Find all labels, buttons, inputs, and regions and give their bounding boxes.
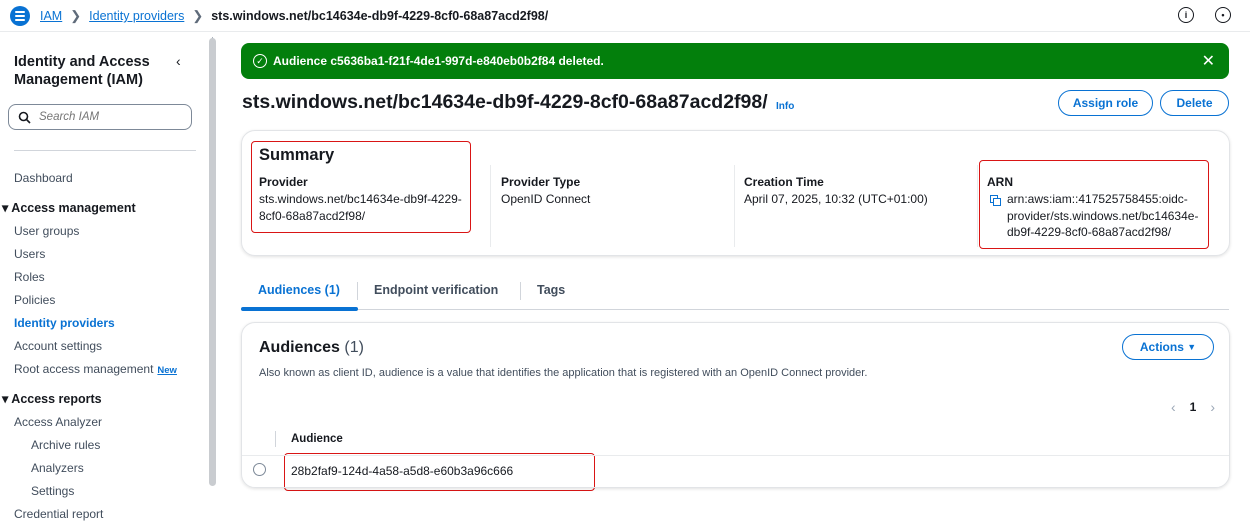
- section-access-management-label: Access management: [11, 201, 136, 215]
- provider-type-label: Provider Type: [501, 175, 581, 189]
- new-badge: New: [157, 365, 177, 376]
- search-input[interactable]: [39, 111, 179, 123]
- tab-divider: [520, 282, 521, 300]
- search-field[interactable]: [8, 104, 192, 130]
- section-access-reports-label: Access reports: [11, 392, 102, 406]
- breadcrumb-iam[interactable]: IAM: [40, 9, 62, 23]
- sidebar-scrollbar[interactable]: [209, 38, 216, 486]
- settings-icon[interactable]: •: [1215, 7, 1231, 23]
- sidebar-item-analyzers[interactable]: Analyzers: [31, 461, 84, 475]
- column-header-audience[interactable]: Audience: [291, 433, 343, 445]
- highlight-provider: [251, 141, 471, 233]
- sidebar-item-policies[interactable]: Policies: [14, 293, 55, 307]
- chevron-right-icon: ❯: [70, 8, 82, 23]
- tab-endpoint-verification[interactable]: Endpoint verification: [374, 283, 498, 297]
- section-access-management[interactable]: ▾ Access management: [2, 200, 136, 215]
- check-circle-icon: ✓: [253, 54, 267, 68]
- chevron-right-icon: ❯: [192, 8, 204, 23]
- caret-down-icon: ▼: [1187, 342, 1197, 352]
- notification-message: Audience c5636ba1-f21f-4de1-997d-e840eb0…: [273, 54, 604, 68]
- column-divider: [490, 165, 491, 247]
- row-select-radio[interactable]: [253, 463, 266, 476]
- page-number[interactable]: 1: [1190, 400, 1197, 414]
- active-tab-indicator: [241, 307, 358, 311]
- actions-button[interactable]: Actions ▼: [1122, 334, 1214, 360]
- sidebar-item-roles[interactable]: Roles: [14, 270, 45, 284]
- sidebar-item-dashboard[interactable]: Dashboard: [14, 171, 73, 185]
- column-divider: [977, 165, 978, 247]
- info-icon[interactable]: i: [1178, 7, 1194, 23]
- sidebar-item-label: Root access management: [14, 362, 154, 376]
- top-navigation-bar: IAM ❯ Identity providers ❯ sts.windows.n…: [0, 0, 1250, 32]
- pagination: ‹ 1 ›: [1171, 399, 1215, 415]
- audiences-heading: Audiences (1): [259, 339, 364, 357]
- sidebar-item-account-settings[interactable]: Account settings: [14, 339, 102, 353]
- table-cell-audience: 28b2faf9-124d-4a58-a5d8-e60b3a96c666: [291, 464, 514, 478]
- tab-audiences[interactable]: Audiences (1): [258, 283, 340, 297]
- sidebar-item-user-groups[interactable]: User groups: [14, 224, 79, 238]
- highlight-arn: [979, 160, 1209, 249]
- success-notification: ✓ Audience c5636ba1-f21f-4de1-997d-e840e…: [241, 43, 1229, 79]
- creation-time-label: Creation Time: [744, 175, 824, 189]
- table-row-divider: [242, 455, 1229, 456]
- sidebar-item-users[interactable]: Users: [14, 247, 45, 261]
- audiences-container: Audiences (1) Also known as client ID, a…: [241, 322, 1230, 488]
- tab-bar: Audiences (1) Endpoint verification Tags: [241, 272, 1229, 311]
- provider-type-value: OpenID Connect: [501, 192, 591, 206]
- audiences-description: Also known as client ID, audience is a v…: [259, 367, 868, 379]
- delete-button[interactable]: Delete: [1160, 90, 1229, 116]
- page-title: sts.windows.net/bc14634e-db9f-4229-8cf0-…: [242, 91, 768, 113]
- info-link[interactable]: Info: [776, 101, 794, 112]
- column-divider: [734, 165, 735, 247]
- tab-tags[interactable]: Tags: [537, 283, 565, 297]
- breadcrumb-identity-providers[interactable]: Identity providers: [89, 9, 184, 23]
- collapse-sidebar-icon[interactable]: ‹: [176, 53, 181, 69]
- creation-time-value: April 07, 2025, 10:32 (UTC+01:00): [744, 192, 928, 206]
- audiences-heading-text: Audiences: [259, 339, 340, 356]
- sidebar-item-archive-rules[interactable]: Archive rules: [31, 438, 100, 452]
- sidebar: Identity and Access Management (IAM) ‹ D…: [0, 33, 215, 530]
- menu-icon[interactable]: [10, 6, 30, 26]
- sidebar-item-settings[interactable]: Settings: [31, 484, 74, 498]
- sidebar-item-access-analyzer[interactable]: Access Analyzer: [14, 415, 102, 429]
- previous-page-icon[interactable]: ‹: [1171, 399, 1176, 415]
- sidebar-title: Identity and Access Management (IAM): [14, 54, 150, 88]
- sidebar-item-root-access-management[interactable]: Root access management New: [14, 362, 177, 376]
- search-icon: [18, 111, 31, 124]
- breadcrumb-current: sts.windows.net/bc14634e-db9f-4229-8cf0-…: [211, 9, 549, 23]
- sidebar-item-credential-report[interactable]: Credential report: [14, 507, 103, 521]
- column-divider: [275, 431, 276, 447]
- section-access-reports[interactable]: ▾ Access reports: [2, 391, 102, 406]
- tab-divider: [357, 282, 358, 300]
- actions-label: Actions: [1139, 340, 1184, 354]
- assign-role-button[interactable]: Assign role: [1058, 90, 1153, 116]
- audiences-count: (1): [344, 339, 364, 356]
- close-icon[interactable]: ✕: [1202, 51, 1215, 71]
- next-page-icon[interactable]: ›: [1210, 399, 1215, 415]
- sidebar-item-identity-providers[interactable]: Identity providers: [14, 316, 115, 330]
- breadcrumb: IAM ❯ Identity providers ❯ sts.windows.n…: [40, 8, 548, 24]
- sidebar-divider: [14, 150, 196, 151]
